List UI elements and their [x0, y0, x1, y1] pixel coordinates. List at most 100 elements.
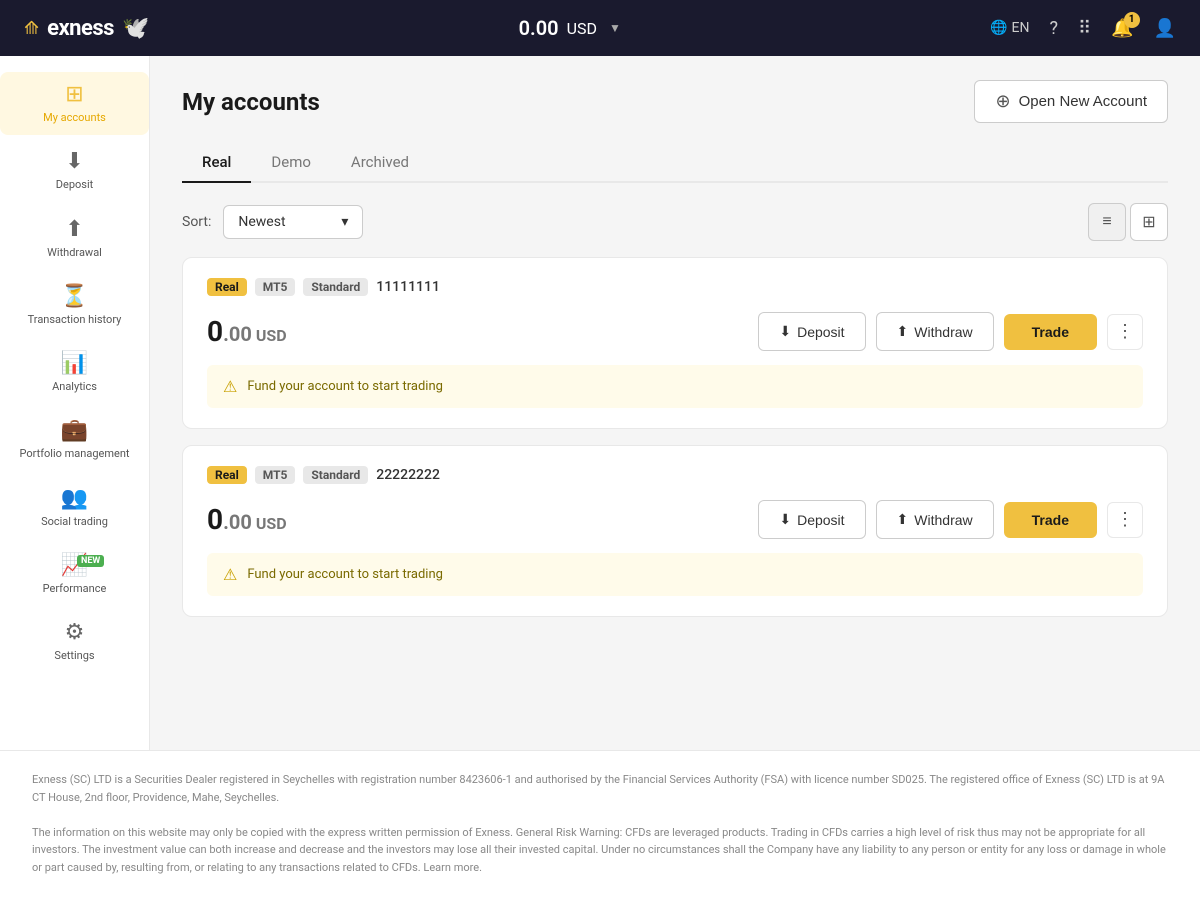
real-badge-2: Real [207, 466, 247, 484]
sidebar: ⊞ My accounts ⬇ Deposit ⬆ Withdrawal ⏳ T… [0, 56, 150, 750]
deposit-button-1[interactable]: ⬇ Deposit [758, 312, 865, 351]
balance-value: 0.00 [519, 16, 559, 40]
transaction-history-icon: ⏳ [61, 284, 88, 309]
mt5-badge-2: MT5 [255, 466, 296, 484]
standard-badge-2: Standard [303, 466, 368, 484]
sort-label: Sort: [182, 214, 211, 230]
analytics-icon: 📊 [61, 351, 88, 376]
account-actions-2: ⬇ Deposit ⬆ Withdraw Trade ⋮ [758, 500, 1143, 539]
help-icon[interactable]: ? [1049, 18, 1058, 39]
deposit-button-2[interactable]: ⬇ Deposit [758, 500, 865, 539]
real-badge-1: Real [207, 278, 247, 296]
tab-demo[interactable]: Demo [251, 143, 331, 183]
balance-currency-1: USD [256, 326, 287, 345]
balance-currency: USD [567, 19, 597, 38]
main-layout: ⊞ My accounts ⬇ Deposit ⬆ Withdrawal ⏳ T… [0, 56, 1200, 750]
mt5-badge-1: MT5 [255, 278, 296, 296]
withdraw-button-1[interactable]: ⬆ Withdraw [876, 312, 994, 351]
sidebar-item-label: Transaction history [28, 313, 122, 327]
sidebar-item-settings[interactable]: ⚙ Settings [0, 610, 149, 673]
notifications-icon[interactable]: 🔔 1 [1111, 18, 1133, 39]
sort-area: Sort: Newest ▾ [182, 205, 363, 239]
list-view-button[interactable]: ≡ [1088, 203, 1126, 241]
account-tabs: Real Demo Archived [182, 143, 1168, 183]
fund-notice-1: ⚠ Fund your account to start trading [207, 365, 1143, 408]
open-account-label: Open New Account [1019, 93, 1147, 110]
account-card-1-header: Real MT5 Standard 11111111 [207, 278, 1143, 296]
trade-button-1[interactable]: Trade [1004, 314, 1097, 350]
tab-real[interactable]: Real [182, 143, 251, 183]
standard-badge-1: Standard [303, 278, 368, 296]
balance-decimal-1: .00 [223, 322, 252, 346]
sidebar-item-label: Portfolio management [19, 447, 129, 461]
apps-grid-icon[interactable]: ⠿ [1078, 18, 1091, 39]
logo-bird-icon: 🕊️ [122, 16, 149, 41]
withdraw-button-2[interactable]: ⬆ Withdraw [876, 500, 994, 539]
logo-icon: ⟰ [24, 18, 39, 39]
sort-chevron-icon: ▾ [341, 214, 348, 230]
ellipsis-icon-2: ⋮ [1116, 509, 1134, 530]
grid-view-button[interactable]: ⊞ [1130, 203, 1168, 241]
account-number-2: 22222222 [376, 467, 440, 483]
sidebar-item-label: Withdrawal [47, 246, 102, 260]
balance-dropdown-icon: ▼ [609, 21, 621, 35]
page-header: My accounts ⊕ Open New Account [182, 80, 1168, 123]
withdraw-icon-2: ⬆ [897, 511, 909, 528]
sidebar-item-portfolio[interactable]: 💼 Portfolio management [0, 408, 149, 471]
fund-notice-text-1: Fund your account to start trading [247, 379, 443, 394]
account-card-2-body: 0.00USD ⬇ Deposit ⬆ Withdraw Trade ⋮ [207, 500, 1143, 539]
sidebar-item-deposit[interactable]: ⬇ Deposit [0, 139, 149, 202]
account-actions-1: ⬇ Deposit ⬆ Withdraw Trade ⋮ [758, 312, 1143, 351]
deposit-icon-2: ⬇ [779, 511, 791, 528]
sidebar-item-transaction-history[interactable]: ⏳ Transaction history [0, 274, 149, 337]
ellipsis-icon-1: ⋮ [1116, 321, 1134, 342]
notification-badge: 1 [1124, 12, 1140, 28]
account-balance-2: 0.00USD [207, 503, 287, 536]
account-number-1: 11111111 [376, 279, 440, 295]
balance-display[interactable]: 0.00 USD ▼ [519, 16, 621, 40]
more-options-button-2[interactable]: ⋮ [1107, 502, 1143, 538]
account-balance-1: 0.00USD [207, 315, 287, 348]
toolbar: Sort: Newest ▾ ≡ ⊞ [182, 203, 1168, 241]
sidebar-item-analytics[interactable]: 📊 Analytics [0, 341, 149, 404]
sidebar-item-label: Performance [43, 582, 107, 596]
tab-archived[interactable]: Archived [331, 143, 429, 183]
fund-notice-2: ⚠ Fund your account to start trading [207, 553, 1143, 596]
balance-whole-1: 0 [207, 315, 223, 348]
trade-button-2[interactable]: Trade [1004, 502, 1097, 538]
account-card-2-header: Real MT5 Standard 22222222 [207, 466, 1143, 484]
warning-icon-2: ⚠ [223, 565, 237, 584]
deposit-icon: ⬇ [65, 149, 83, 174]
account-card-2: Real MT5 Standard 22222222 0.00USD ⬇ Dep… [182, 445, 1168, 617]
footer: Exness (SC) LTD is a Securities Dealer r… [0, 750, 1200, 897]
sort-value: Newest [238, 214, 285, 230]
withdraw-icon-1: ⬆ [897, 323, 909, 340]
view-toggle: ≡ ⊞ [1088, 203, 1168, 241]
balance-currency-2: USD [256, 514, 287, 533]
sidebar-item-label: Social trading [41, 515, 108, 529]
sort-select[interactable]: Newest ▾ [223, 205, 363, 239]
deposit-icon-1: ⬇ [779, 323, 791, 340]
portfolio-icon: 💼 [61, 418, 88, 443]
footer-line1: Exness (SC) LTD is a Securities Dealer r… [32, 771, 1168, 806]
sidebar-item-withdrawal[interactable]: ⬆ Withdrawal [0, 207, 149, 270]
more-options-button-1[interactable]: ⋮ [1107, 314, 1143, 350]
main-content: My accounts ⊕ Open New Account Real Demo… [150, 56, 1200, 750]
withdrawal-icon: ⬆ [65, 217, 83, 242]
logo-area: ⟰ exness 🕊️ [24, 16, 149, 41]
lang-label: EN [1012, 20, 1030, 36]
account-card-1-body: 0.00USD ⬇ Deposit ⬆ Withdraw Trade ⋮ [207, 312, 1143, 351]
plus-circle-icon: ⊕ [995, 91, 1010, 112]
my-accounts-icon: ⊞ [65, 82, 83, 107]
sidebar-item-label: Analytics [52, 380, 97, 394]
warning-icon-1: ⚠ [223, 377, 237, 396]
sidebar-item-label: Deposit [56, 178, 93, 192]
open-new-account-button[interactable]: ⊕ Open New Account [974, 80, 1168, 123]
user-profile-icon[interactable]: 👤 [1154, 18, 1176, 39]
sidebar-item-social-trading[interactable]: 👥 Social trading [0, 476, 149, 539]
footer-line2: The information on this website may only… [32, 824, 1168, 877]
sidebar-item-my-accounts[interactable]: ⊞ My accounts [0, 72, 149, 135]
language-selector[interactable]: 🌐 EN [990, 20, 1029, 36]
sidebar-item-performance[interactable]: 📈 NEW Performance [0, 543, 149, 606]
globe-icon: 🌐 [990, 20, 1007, 36]
